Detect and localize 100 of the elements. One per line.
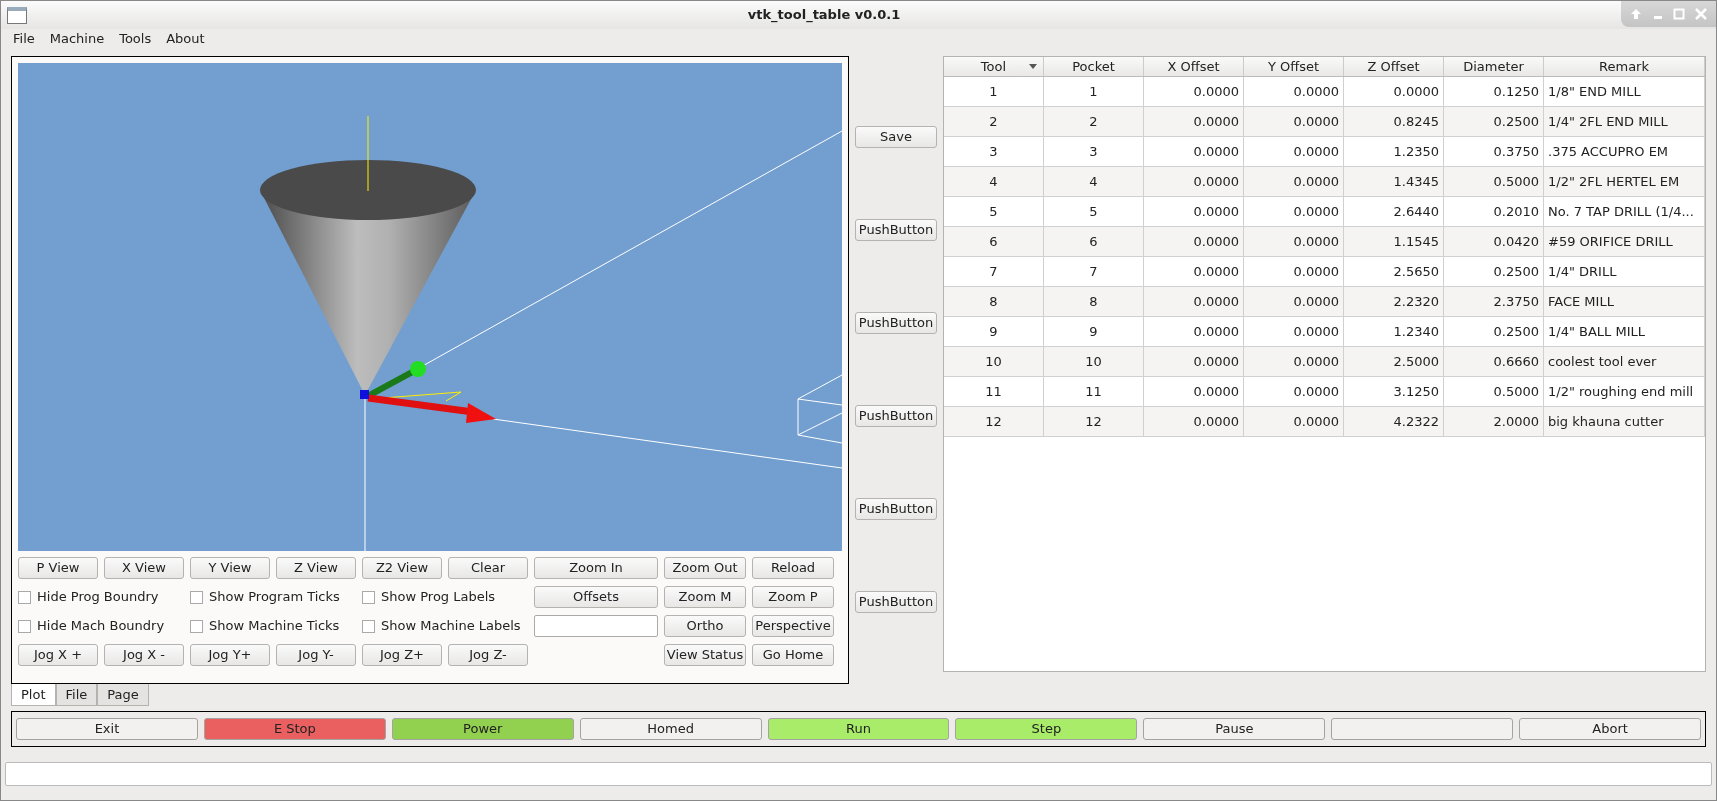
table-cell-text: 2.5000: [1393, 352, 1439, 371]
push-button[interactable]: Jog Y-: [276, 644, 356, 666]
push-button[interactable]: Y View: [190, 557, 270, 579]
table-cell-text: 10: [1085, 352, 1102, 371]
table-cell-text: 0.0000: [1193, 142, 1239, 161]
table-cell-text: coolest tool ever: [1548, 352, 1657, 371]
table-cell-text: 0.0420: [1493, 232, 1539, 251]
close-icon[interactable]: [1695, 8, 1708, 20]
table-cell-text: 0.0000: [1193, 262, 1239, 281]
column-header[interactable]: Z Offset: [1344, 57, 1444, 76]
table-cell-text: 2.5650: [1393, 262, 1439, 281]
checkbox[interactable]: [362, 590, 375, 604]
push-button[interactable]: Offsets: [534, 586, 658, 608]
push-button[interactable]: Perspective: [752, 615, 834, 637]
control-button[interactable]: Run: [767, 718, 950, 740]
menu-item[interactable]: Machine: [43, 29, 111, 49]
table-cell-text: 0.0000: [1193, 352, 1239, 371]
table-cell-text: 1/2" 2FL HERTEL EM: [1548, 172, 1680, 191]
push-button[interactable]: Go Home: [752, 644, 834, 666]
push-button[interactable]: X View: [104, 557, 184, 579]
tab[interactable]: Plot: [11, 684, 56, 706]
up-arrow-icon[interactable]: [1629, 8, 1642, 20]
table-cell-text: 11: [1085, 382, 1102, 401]
push-button[interactable]: PushButton: [855, 219, 937, 241]
push-button[interactable]: Zoom P: [752, 586, 834, 608]
push-button[interactable]: Zoom In: [534, 557, 658, 579]
push-button[interactable]: PushButton: [855, 591, 937, 613]
push-button[interactable]: Z View: [276, 557, 356, 579]
checkbox[interactable]: [362, 619, 375, 633]
push-button[interactable]: P View: [18, 557, 98, 579]
table-cell-text: 3: [1089, 142, 1098, 161]
blank-button[interactable]: [1331, 718, 1514, 740]
checkbox[interactable]: [18, 590, 31, 604]
menu-item[interactable]: About: [160, 29, 211, 49]
checkbox[interactable]: [190, 590, 203, 604]
push-button[interactable]: Ortho: [664, 615, 746, 637]
table-cell-text: 0.0000: [1293, 352, 1339, 371]
table-cell-text: 0.2010: [1493, 202, 1539, 221]
table-cell-text: 0.0000: [1293, 172, 1339, 191]
table-cell-text: 1.4345: [1393, 172, 1439, 191]
push-button[interactable]: Jog X -: [104, 644, 184, 666]
table-cell-text: 3.1250: [1393, 382, 1439, 401]
push-button[interactable]: Jog Z-: [448, 644, 528, 666]
column-header[interactable]: X Offset: [1144, 57, 1244, 76]
column-header[interactable]: Tool: [944, 57, 1044, 76]
table-cell-text: 6: [1089, 232, 1098, 251]
table-cell-text: 4: [1089, 172, 1098, 191]
table-cell-text: 0.0000: [1293, 232, 1339, 251]
push-button[interactable]: Jog Z+: [362, 644, 442, 666]
table-cell-text: 5: [1089, 202, 1098, 221]
table-cell-text: 0.0000: [1193, 82, 1239, 101]
push-button[interactable]: Z2 View: [362, 557, 442, 579]
checkbox[interactable]: [18, 619, 31, 633]
checkbox-label: Hide Mach Boundry: [37, 617, 165, 636]
column-header[interactable]: Y Offset: [1244, 57, 1344, 76]
table-cell-text: 0.0000: [1193, 322, 1239, 341]
control-button[interactable]: E Stop: [203, 718, 386, 740]
table-cell-text: 2.2320: [1393, 292, 1439, 311]
table-cell-text: 0.0000: [1193, 412, 1239, 431]
table-cell-text: 9: [989, 322, 998, 341]
control-button[interactable]: Abort: [1519, 718, 1701, 740]
checkbox[interactable]: [190, 619, 203, 633]
column-header[interactable]: Pocket: [1044, 57, 1144, 76]
control-button[interactable]: Pause: [1143, 718, 1326, 740]
push-button[interactable]: Reload: [752, 557, 834, 579]
table-cell-text: 0.5000: [1493, 382, 1539, 401]
checkbox-label: Hide Prog Boundry: [37, 588, 159, 607]
push-button[interactable]: View Status: [664, 644, 746, 666]
tab[interactable]: File: [55, 684, 98, 706]
tab[interactable]: Page: [97, 684, 149, 706]
input-field[interactable]: [534, 615, 658, 637]
push-button[interactable]: Clear: [448, 557, 528, 579]
control-button[interactable]: Step: [955, 718, 1138, 740]
push-button[interactable]: Save: [855, 126, 937, 148]
control-button[interactable]: Homed: [579, 718, 762, 740]
push-button[interactable]: PushButton: [855, 312, 937, 334]
maximize-icon[interactable]: [1673, 8, 1686, 20]
column-header[interactable]: Remark: [1544, 57, 1705, 76]
column-header[interactable]: Diameter: [1444, 57, 1544, 76]
menu-item[interactable]: Tools: [113, 29, 158, 49]
menu-item[interactable]: File: [7, 29, 41, 49]
push-button[interactable]: Zoom Out: [664, 557, 746, 579]
table-cell-text: 0.0000: [1193, 112, 1239, 131]
window-title: vtk_tool_table v0.0.1: [747, 6, 901, 25]
table-cell-text: 0.5000: [1493, 172, 1539, 191]
table-cell-text: 0.2500: [1493, 262, 1539, 281]
table-cell-text: 11: [985, 382, 1002, 401]
table-cell-text: 7: [1089, 262, 1098, 281]
table-cell-text: 1/4" BALL MILL: [1548, 322, 1645, 341]
push-button[interactable]: PushButton: [855, 498, 937, 520]
push-button[interactable]: Jog X +: [18, 644, 98, 666]
table-cell-text: 0.2500: [1493, 322, 1539, 341]
push-button[interactable]: Zoom M: [664, 586, 746, 608]
table-cell-text: 1.1545: [1393, 232, 1439, 251]
push-button[interactable]: PushButton: [855, 405, 937, 427]
control-button[interactable]: Exit: [16, 718, 198, 740]
control-button[interactable]: Power: [391, 718, 574, 740]
push-button[interactable]: Jog Y+: [190, 644, 270, 666]
table-cell-text: 1.2340: [1393, 322, 1439, 341]
table-cell-text: 8: [989, 292, 998, 311]
